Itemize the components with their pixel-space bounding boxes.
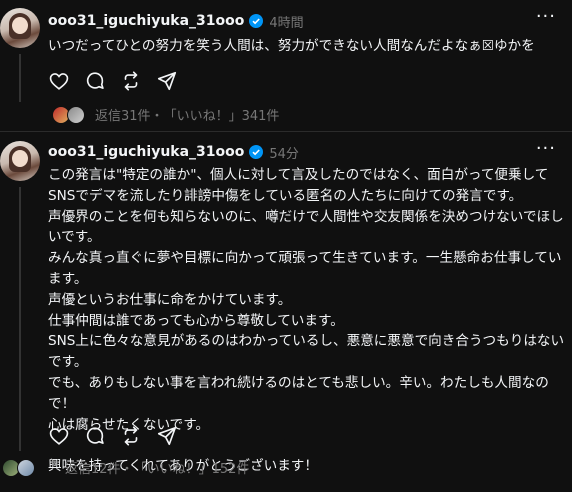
reply-count[interactable]: 返信31件	[95, 105, 151, 124]
post-summary: 返信12件 ・ 「いいね！」152件	[2, 458, 249, 477]
post-text: いつだってひとの努力を笑う人間は、努力ができない人間なんだよなぁ☒ゆかを	[48, 38, 535, 54]
separator: ・	[150, 109, 164, 124]
post-header: ooo31_iguchiyuka_31ooo 4時間	[48, 10, 304, 32]
like-count[interactable]: 「いいね！」341件	[164, 105, 280, 124]
username[interactable]: ooo31_iguchiyuka_31ooo	[48, 13, 244, 29]
share-icon[interactable]	[156, 70, 178, 92]
reply-count[interactable]: 返信12件	[65, 458, 121, 477]
post-time[interactable]: 4時間	[269, 12, 303, 31]
comment-icon[interactable]	[84, 70, 106, 92]
post-time[interactable]: 54分	[269, 143, 299, 162]
avatar[interactable]	[0, 141, 40, 181]
avatar[interactable]	[0, 8, 40, 48]
more-icon[interactable]: ···	[536, 138, 556, 159]
verified-icon	[249, 145, 264, 159]
username[interactable]: ooo31_iguchiyuka_31ooo	[48, 144, 244, 160]
comment-icon[interactable]	[84, 425, 106, 447]
repost-icon[interactable]	[120, 425, 142, 447]
action-bar	[48, 70, 178, 92]
more-icon[interactable]: ···	[536, 6, 556, 27]
post-summary: 返信31件 ・ 「いいね！」341件	[52, 105, 279, 124]
reply-avatar	[17, 458, 35, 477]
verified-icon	[249, 14, 264, 28]
separator: ・	[120, 462, 134, 477]
action-bar	[48, 425, 178, 447]
like-count[interactable]: 「いいね！」152件	[134, 458, 250, 477]
repost-icon[interactable]	[120, 70, 142, 92]
post-divider	[0, 131, 572, 132]
heart-icon[interactable]	[48, 70, 70, 92]
thread-line	[19, 54, 21, 102]
reply-avatar	[67, 105, 85, 124]
thread-line	[19, 187, 21, 451]
heart-icon[interactable]	[48, 425, 70, 447]
post-header: ooo31_iguchiyuka_31ooo 54分	[48, 141, 299, 163]
share-icon[interactable]	[156, 425, 178, 447]
